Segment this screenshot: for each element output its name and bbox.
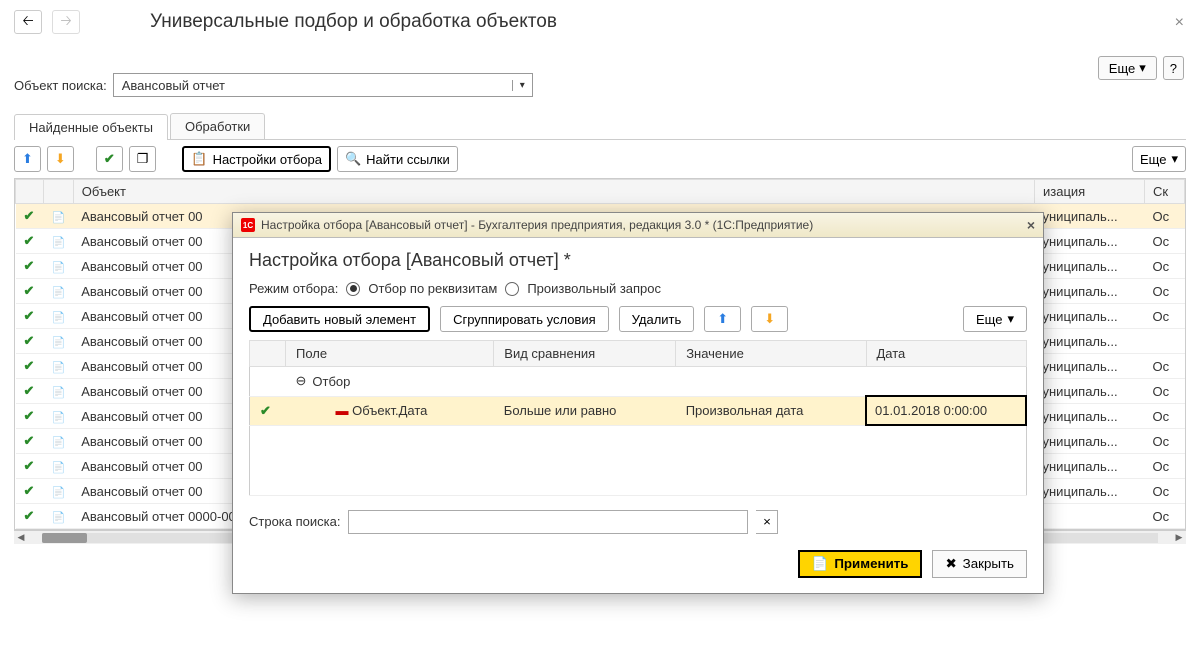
row-check-icon[interactable]: ✔ bbox=[24, 408, 35, 423]
collapse-icon[interactable]: ⊖ bbox=[296, 373, 307, 389]
document-icon: 📄 bbox=[52, 387, 66, 399]
arrow-down-icon: ⬇ bbox=[764, 311, 775, 327]
filter-icon: 📋 bbox=[191, 151, 207, 167]
mode-label: Режим отбора: bbox=[249, 281, 338, 296]
document-icon: 📄 bbox=[52, 512, 66, 524]
dialog-more-button[interactable]: Еще ▾ bbox=[963, 306, 1027, 332]
tab-processing[interactable]: Обработки bbox=[170, 113, 265, 139]
document-icon: 📄 bbox=[52, 237, 66, 249]
find-links-button[interactable]: 🔍Найти ссылки bbox=[337, 146, 458, 172]
arrow-up-icon: ⬆ bbox=[717, 311, 728, 327]
more-button[interactable]: Еще ▾ bbox=[1098, 56, 1157, 80]
move-down-button[interactable]: ⬇ bbox=[47, 146, 74, 172]
radio-by-requisites[interactable] bbox=[346, 282, 360, 296]
chevron-down-icon: ▾ bbox=[1139, 60, 1146, 76]
tab-found-objects[interactable]: Найденные объекты bbox=[14, 114, 168, 140]
toolbar-more-button[interactable]: Еще ▾ bbox=[1132, 146, 1186, 172]
move-down-button[interactable]: ⬇ bbox=[751, 306, 788, 332]
dialog-heading: Настройка отбора [Авансовый отчет] * bbox=[249, 250, 1027, 271]
minus-icon: ▬ bbox=[336, 403, 349, 418]
clear-search-button[interactable]: × bbox=[756, 510, 778, 534]
search-input[interactable] bbox=[348, 510, 748, 534]
scroll-thumb[interactable] bbox=[42, 533, 87, 543]
row-check-icon[interactable]: ✔ bbox=[24, 333, 35, 348]
object-search-label: Объект поиска: bbox=[14, 78, 107, 93]
column-warehouse[interactable]: Ск bbox=[1145, 180, 1185, 204]
column-date[interactable]: Дата bbox=[866, 341, 1026, 367]
document-icon: 📄 bbox=[52, 337, 66, 349]
filter-field-value: Объект.Дата bbox=[352, 403, 427, 418]
chevron-down-icon: ▾ bbox=[1007, 311, 1014, 327]
copy-button[interactable]: ❐ bbox=[129, 146, 157, 172]
object-search-dropdown[interactable]: Авансовый отчет ▾ bbox=[113, 73, 533, 97]
dialog-title-text: Настройка отбора [Авансовый отчет] - Бух… bbox=[261, 218, 813, 232]
add-element-button[interactable]: Добавить новый элемент bbox=[249, 306, 430, 332]
move-up-button[interactable]: ⬆ bbox=[704, 306, 741, 332]
document-icon: 📄 bbox=[52, 287, 66, 299]
document-icon: 📄 bbox=[52, 312, 66, 324]
scroll-right-icon[interactable]: ▶ bbox=[1172, 532, 1186, 543]
filter-value: Произвольная дата bbox=[676, 396, 866, 425]
arrow-down-icon: ⬇ bbox=[55, 151, 66, 167]
apply-button[interactable]: 📄Применить bbox=[798, 550, 923, 578]
row-check-icon[interactable]: ✔ bbox=[24, 508, 35, 523]
filter-group-row[interactable]: ⊖Отбор bbox=[250, 367, 1027, 397]
radio-custom-query[interactable] bbox=[505, 282, 519, 296]
delete-button[interactable]: Удалить bbox=[619, 306, 695, 332]
copy-icon: ❐ bbox=[137, 151, 149, 167]
filter-settings-button[interactable]: 📋Настройки отбора bbox=[182, 146, 331, 172]
chevron-down-icon[interactable]: ▾ bbox=[512, 80, 532, 91]
filter-row[interactable]: ✔ ▬ Объект.Дата Больше или равно Произво… bbox=[250, 396, 1027, 425]
document-icon: 📄 bbox=[52, 212, 66, 224]
help-button[interactable]: ? bbox=[1163, 56, 1184, 80]
column-value[interactable]: Значение bbox=[676, 341, 866, 367]
search-line-label: Строка поиска: bbox=[249, 514, 340, 529]
group-conditions-button[interactable]: Сгруппировать условия bbox=[440, 306, 609, 332]
document-icon: 📄 bbox=[52, 487, 66, 499]
apply-icon: 📄 bbox=[812, 556, 829, 572]
search-icon: 🔍 bbox=[345, 151, 361, 167]
dialog-close-button[interactable]: × bbox=[1027, 217, 1035, 233]
row-check-icon[interactable]: ✔ bbox=[24, 258, 35, 273]
column-field[interactable]: Поле bbox=[286, 341, 494, 367]
row-check-icon[interactable]: ✔ bbox=[24, 233, 35, 248]
dialog-titlebar[interactable]: 1C Настройка отбора [Авансовый отчет] - … bbox=[233, 213, 1043, 238]
row-check-icon[interactable]: ✔ bbox=[24, 483, 35, 498]
column-comparison[interactable]: Вид сравнения bbox=[494, 341, 676, 367]
check-icon: ✔ bbox=[104, 151, 115, 167]
move-up-button[interactable]: ⬆ bbox=[14, 146, 41, 172]
document-icon: 📄 bbox=[52, 412, 66, 424]
row-check-icon[interactable]: ✔ bbox=[24, 208, 35, 223]
filter-comparison-value: Больше или равно bbox=[494, 396, 676, 425]
row-check-icon[interactable]: ✔ bbox=[24, 308, 35, 323]
document-icon: 📄 bbox=[52, 437, 66, 449]
scroll-left-icon[interactable]: ◀ bbox=[14, 532, 28, 543]
arrow-up-icon: ⬆ bbox=[22, 151, 33, 167]
page-title: Универсальные подбор и обработка объекто… bbox=[150, 11, 557, 33]
row-check-icon[interactable]: ✔ bbox=[260, 403, 271, 418]
filter-conditions-table: Поле Вид сравнения Значение Дата ⊖Отбор … bbox=[249, 340, 1027, 496]
filter-date-input[interactable]: 01.01.2018 0:00:00 bbox=[866, 396, 1026, 425]
document-icon: 📄 bbox=[52, 462, 66, 474]
object-search-value: Авансовый отчет bbox=[114, 78, 512, 93]
filter-settings-dialog: 1C Настройка отбора [Авансовый отчет] - … bbox=[232, 212, 1044, 594]
nav-back-button[interactable]: 🡠 bbox=[14, 10, 42, 34]
nav-forward-button[interactable]: 🡢 bbox=[52, 10, 80, 34]
row-check-icon[interactable]: ✔ bbox=[24, 433, 35, 448]
column-org[interactable]: изация bbox=[1035, 180, 1145, 204]
document-icon: 📄 bbox=[52, 262, 66, 274]
chevron-down-icon: ▾ bbox=[1171, 151, 1178, 167]
close-icon[interactable]: × bbox=[1175, 14, 1184, 32]
close-icon: ✖ bbox=[945, 556, 956, 572]
row-check-icon[interactable]: ✔ bbox=[24, 283, 35, 298]
column-object[interactable]: Объект bbox=[73, 180, 1034, 204]
row-check-icon[interactable]: ✔ bbox=[24, 383, 35, 398]
document-icon: 📄 bbox=[52, 362, 66, 374]
close-button[interactable]: ✖Закрыть bbox=[932, 550, 1027, 578]
app-1c-icon: 1C bbox=[241, 218, 255, 232]
row-check-icon[interactable]: ✔ bbox=[24, 358, 35, 373]
check-all-button[interactable]: ✔ bbox=[96, 146, 123, 172]
row-check-icon[interactable]: ✔ bbox=[24, 458, 35, 473]
